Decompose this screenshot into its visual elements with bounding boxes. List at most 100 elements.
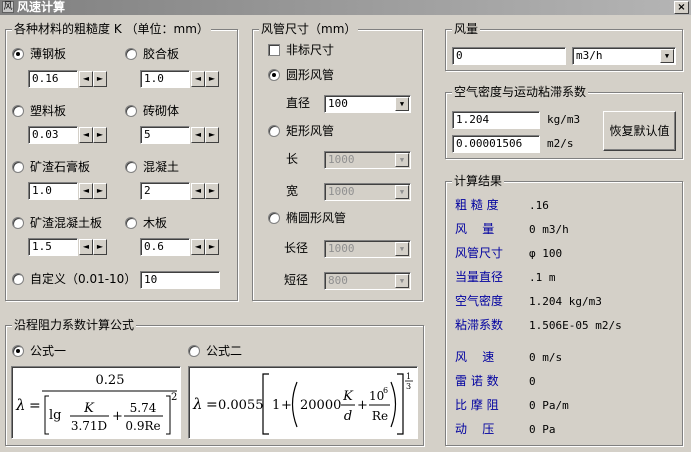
wood-spin-left[interactable]: ◄ (191, 239, 205, 255)
plastic-board-input[interactable]: 0.03 (28, 126, 78, 144)
length-select[interactable]: 1000 ▼ (324, 151, 411, 169)
air-density-input[interactable]: 1.204 (452, 111, 540, 129)
label-slag-concrete: 矿渣混凝土板 (30, 216, 103, 230)
result-label: 风 量 (455, 222, 495, 236)
f2-equals: = (206, 397, 218, 413)
radio-slag-gypsum[interactable] (12, 161, 24, 173)
viscosity-input[interactable]: 0.00001506 (452, 135, 540, 153)
radio-round-duct[interactable] (268, 69, 280, 81)
reset-defaults-button[interactable]: 恢复默认值 (603, 111, 676, 151)
f2-paren-right (390, 381, 397, 428)
diameter-select[interactable]: 100 ▼ (324, 95, 411, 113)
chevron-down-icon[interactable]: ▼ (395, 97, 409, 111)
concrete-spin-right[interactable]: ► (205, 183, 219, 199)
steel-sheet-spin-left[interactable]: ◄ (79, 71, 93, 87)
plywood-spin-right[interactable]: ► (205, 71, 219, 87)
plywood-input[interactable]: 1.0 (140, 70, 190, 88)
label-custom: 自定义（0.01-10） (30, 272, 137, 286)
window-title: 风速计算 (17, 0, 66, 14)
major-axis-label: 长径 (284, 241, 309, 255)
concrete-input[interactable]: 2 (140, 182, 190, 200)
chevron-down-icon[interactable]: ▼ (395, 153, 409, 167)
custom-input[interactable]: 10 (140, 271, 220, 289)
title-bar: 风 风速计算 × (0, 0, 691, 15)
steel-sheet-spin-right[interactable]: ► (93, 71, 107, 87)
formula-2-label: 公式二 (206, 344, 243, 358)
air-density-unit: kg/m3 (547, 113, 581, 126)
concrete-spin-left[interactable]: ◄ (191, 183, 205, 199)
width-label: 宽 (286, 184, 299, 198)
brick-input[interactable]: 5 (140, 126, 190, 144)
app-icon: 风 (2, 1, 14, 13)
result-value: 0 m/s (529, 351, 563, 364)
radio-plastic-board[interactable] (12, 105, 24, 117)
slag-concrete-input[interactable]: 1.5 (28, 238, 78, 256)
f1-numerator: 0.25 (96, 373, 125, 388)
steel-sheet-input[interactable]: 0.16 (28, 70, 78, 88)
formula-1-label: 公式一 (30, 344, 67, 358)
result-value: 1.506E-05 m2/s (529, 319, 622, 332)
radio-oval-duct[interactable] (268, 212, 280, 224)
result-value: φ 100 (529, 247, 563, 260)
f2-exp-num: 1 (406, 372, 411, 381)
flow-input[interactable]: 0 (452, 47, 566, 65)
rect-duct-label: 矩形风管 (286, 124, 335, 138)
radio-slag-concrete[interactable] (12, 217, 24, 229)
close-button[interactable]: × (674, 1, 689, 14)
formula-1-display[interactable]: λ = 0.25 lg K 3.71D + 5.74 0.9Re 2 (11, 366, 181, 439)
radio-custom[interactable] (12, 273, 24, 285)
result-value: 0 Pa/m (529, 399, 569, 412)
round-duct-label: 圆形风管 (286, 68, 335, 82)
brick-spin-right[interactable]: ► (205, 127, 219, 143)
minor-axis-value: 800 (328, 274, 348, 287)
chevron-down-icon[interactable]: ▼ (395, 185, 409, 199)
f2-plus: + (281, 398, 292, 413)
width-select[interactable]: 1000 ▼ (324, 183, 411, 201)
radio-brick[interactable] (125, 105, 137, 117)
slag-concrete-spin-left[interactable]: ◄ (79, 239, 93, 255)
slag-gypsum-spin-right[interactable]: ► (93, 183, 107, 199)
plastic-board-spin-left[interactable]: ◄ (79, 127, 93, 143)
nonstandard-checkbox[interactable] (268, 44, 280, 56)
flow-unit-select[interactable]: m3/h ▼ (572, 47, 676, 65)
nonstandard-label: 非标尺寸 (286, 43, 335, 57)
plywood-spin-left[interactable]: ◄ (191, 71, 205, 87)
slag-gypsum-input[interactable]: 1.0 (28, 182, 78, 200)
viscosity-unit: m2/s (547, 137, 574, 150)
f1-plus: + (112, 409, 123, 424)
major-axis-value: 1000 (328, 242, 355, 255)
radio-plywood[interactable] (125, 48, 137, 60)
result-label: 粗 糙 度 (455, 198, 499, 212)
major-axis-select[interactable]: 1000 ▼ (324, 240, 411, 258)
plastic-board-spin-right[interactable]: ► (93, 127, 107, 143)
chevron-down-icon[interactable]: ▼ (395, 274, 409, 288)
slag-gypsum-spin-left[interactable]: ◄ (79, 183, 93, 199)
f2-20000: 20000 (300, 398, 341, 413)
radio-wood[interactable] (125, 217, 137, 229)
radio-concrete[interactable] (125, 161, 137, 173)
length-label: 长 (286, 152, 299, 166)
result-label: 动 压 (455, 422, 495, 436)
f2-d: d (344, 409, 352, 424)
results-legend: 计算结果 (452, 174, 505, 188)
radio-steel-sheet[interactable] (12, 48, 24, 60)
radio-rect-duct[interactable] (268, 125, 280, 137)
minor-axis-select[interactable]: 800 ▼ (324, 272, 411, 290)
radio-formula-1[interactable] (12, 345, 24, 357)
result-label: 风管尺寸 (455, 246, 504, 260)
wood-input[interactable]: 0.6 (140, 238, 190, 256)
slag-concrete-spin-right[interactable]: ► (93, 239, 107, 255)
radio-formula-2[interactable] (188, 345, 200, 357)
chevron-down-icon[interactable]: ▼ (395, 242, 409, 256)
f1-den1: 3.71D (71, 419, 107, 433)
duct-legend: 风管尺寸（mm） (259, 22, 359, 36)
label-brick: 砖砌体 (143, 104, 180, 118)
result-value: .16 (529, 199, 549, 212)
brick-spin-left[interactable]: ◄ (191, 127, 205, 143)
wood-spin-right[interactable]: ► (205, 239, 219, 255)
label-steel-sheet: 薄钢板 (30, 47, 67, 61)
chevron-down-icon[interactable]: ▼ (660, 49, 674, 63)
air-properties-legend: 空气密度与运动粘滞系数 (452, 85, 589, 99)
diameter-value: 100 (328, 97, 348, 110)
formula-2-display[interactable]: λ = 0.0055 1 + 20000 K d + 10 6 Re 1 3 (188, 366, 418, 439)
